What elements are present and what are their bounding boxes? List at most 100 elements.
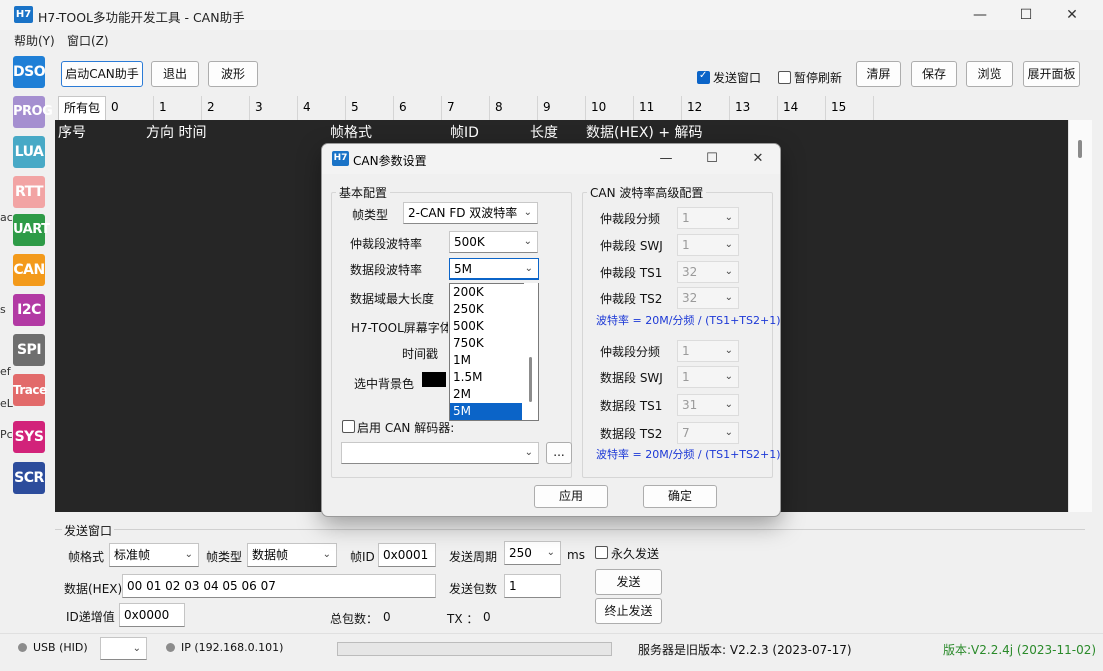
- sel-bg-color-swatch[interactable]: [422, 372, 446, 387]
- close-window-button[interactable]: ✕: [1049, 0, 1095, 30]
- tab-channel-7[interactable]: 7: [442, 96, 490, 120]
- module-spi-button[interactable]: SPI: [13, 334, 45, 366]
- save-button[interactable]: 保存: [911, 61, 957, 87]
- send-window-label: 发送窗口: [713, 71, 762, 85]
- adv-param-select[interactable]: 32 ⌄: [677, 287, 739, 309]
- adv-param-select[interactable]: 31 ⌄: [677, 394, 739, 416]
- dialog-maximize-button[interactable]: ☐: [689, 144, 735, 174]
- tab-channel-1[interactable]: 1: [154, 96, 202, 120]
- pause-refresh-checkbox[interactable]: [778, 71, 791, 84]
- module-sys-button[interactable]: SYS: [13, 421, 45, 453]
- stop-send-button[interactable]: 终止发送: [595, 598, 662, 624]
- chevron-down-icon: ⌄: [546, 547, 555, 558]
- chevron-down-icon: ⌄: [523, 236, 532, 247]
- baud-formula-note: 波特率 = 20M/分频 / (TS1+TS2+1): [596, 314, 781, 327]
- tab-channel-12[interactable]: 12: [682, 96, 730, 120]
- chevron-down-icon: ⌄: [322, 549, 331, 560]
- tab-channel-10[interactable]: 10: [586, 96, 634, 120]
- send-button[interactable]: 发送: [595, 569, 662, 595]
- module-uart-button[interactable]: UART: [13, 214, 50, 246]
- apply-button[interactable]: 应用: [534, 485, 608, 508]
- cut-text: Pc: [0, 428, 13, 441]
- dropdown-option[interactable]: 1M: [450, 352, 522, 369]
- browse-button[interactable]: 浏览: [966, 61, 1013, 87]
- frame-id-input[interactable]: 0x0001: [378, 543, 436, 567]
- ok-button[interactable]: 确定: [643, 485, 717, 508]
- chevron-down-icon: ⌄: [724, 371, 733, 382]
- chevron-down-icon: ⌄: [724, 345, 733, 356]
- adv-param-value: 1: [682, 238, 690, 252]
- ip-status-led: [166, 643, 175, 652]
- tab-channel-0[interactable]: 0: [106, 96, 154, 120]
- dropdown-option[interactable]: 200K: [450, 284, 522, 301]
- log-scrollbar[interactable]: [1068, 120, 1092, 512]
- dropdown-scroll-thumb[interactable]: [529, 357, 532, 402]
- adv-param-select[interactable]: 1 ⌄: [677, 207, 739, 229]
- frame-type-select[interactable]: 数据帧 ⌄: [247, 543, 337, 567]
- module-scr-button[interactable]: SCR: [13, 462, 45, 494]
- expand-panel-button[interactable]: 展开面板: [1023, 61, 1080, 87]
- log-scroll-thumb[interactable]: [1078, 140, 1082, 158]
- tab-channel-14[interactable]: 14: [778, 96, 826, 120]
- tab-channel-6[interactable]: 6: [394, 96, 442, 120]
- clear-button[interactable]: 清屏: [856, 61, 901, 87]
- id-inc-input[interactable]: 0x0000: [119, 603, 185, 627]
- tab-channel-8[interactable]: 8: [490, 96, 538, 120]
- module-dso-button[interactable]: DSO: [13, 56, 46, 88]
- tab-channel-15[interactable]: 15: [826, 96, 874, 120]
- minimize-window-button[interactable]: —: [957, 0, 1003, 30]
- dropdown-option[interactable]: 750K: [450, 335, 522, 352]
- tab-channel-11[interactable]: 11: [634, 96, 682, 120]
- exit-button[interactable]: 退出: [151, 61, 199, 87]
- module-lua-button[interactable]: LUA: [13, 136, 45, 168]
- dropdown-option[interactable]: 1.5M: [450, 369, 522, 386]
- forever-send-checkbox[interactable]: [595, 546, 608, 559]
- arb-baud-label: 仲裁段波特率: [350, 237, 423, 251]
- tab-channel-4[interactable]: 4: [298, 96, 346, 120]
- tab-channel-5[interactable]: 5: [346, 96, 394, 120]
- decoder-select[interactable]: ⌄: [341, 442, 539, 464]
- dropdown-option[interactable]: 250K: [450, 301, 522, 318]
- module-rtt-button[interactable]: RTT: [13, 176, 45, 208]
- dropdown-option[interactable]: 2M: [450, 386, 522, 403]
- arb-baud-select[interactable]: 500K ⌄: [449, 231, 538, 253]
- chevron-down-icon: ⌄: [523, 207, 532, 218]
- menu-help[interactable]: 帮助(Y): [14, 32, 55, 49]
- module-prog-button[interactable]: PROG: [13, 96, 53, 128]
- device-select[interactable]: ⌄: [100, 637, 147, 660]
- adv-param-select[interactable]: 1 ⌄: [677, 340, 739, 362]
- adv-param-select[interactable]: 32 ⌄: [677, 261, 739, 283]
- dropdown-option[interactable]: 500K: [450, 318, 522, 335]
- tab-channel-2[interactable]: 2: [202, 96, 250, 120]
- data-baud-select[interactable]: 5M ⌄: [449, 258, 539, 280]
- maximize-window-button[interactable]: ☐: [1003, 0, 1049, 30]
- module-trace-button[interactable]: Trace: [13, 374, 47, 406]
- menu-window[interactable]: 窗口(Z): [67, 32, 109, 49]
- module-i2c-button[interactable]: I2C: [13, 294, 45, 326]
- tab-channel-9[interactable]: 9: [538, 96, 586, 120]
- adv-param-value: 31: [682, 398, 698, 412]
- dialog-minimize-button[interactable]: —: [643, 144, 689, 174]
- tab-channel-13[interactable]: 13: [730, 96, 778, 120]
- dialog-close-button[interactable]: ✕: [735, 144, 780, 174]
- sel-bg-label: 选中背景色: [354, 377, 415, 391]
- data-hex-input[interactable]: 00 01 02 03 04 05 06 07: [122, 574, 436, 598]
- col-dir-time: 方向 时间: [146, 125, 207, 141]
- wave-button[interactable]: 波形: [208, 61, 258, 87]
- period-select[interactable]: 250 ⌄: [504, 541, 561, 565]
- start-can-button[interactable]: 启动CAN助手: [61, 61, 143, 87]
- adv-param-value: 7: [682, 426, 690, 440]
- tab-all-packets[interactable]: 所有包: [58, 96, 106, 120]
- frame-type-select[interactable]: 2-CAN FD 双波特率 ⌄: [403, 202, 538, 224]
- dropdown-option[interactable]: 5M: [450, 403, 522, 420]
- send-window-checkbox[interactable]: [697, 70, 710, 84]
- tab-channel-3[interactable]: 3: [250, 96, 298, 120]
- adv-param-select[interactable]: 7 ⌄: [677, 422, 739, 444]
- decoder-browse-button[interactable]: ...: [546, 442, 572, 464]
- send-count-input[interactable]: 1: [504, 574, 561, 598]
- module-can-button[interactable]: CAN: [13, 254, 45, 286]
- frame-format-select[interactable]: 标准帧 ⌄: [109, 543, 199, 567]
- decoder-checkbox[interactable]: [342, 420, 355, 433]
- adv-param-select[interactable]: 1 ⌄: [677, 234, 739, 256]
- adv-param-select[interactable]: 1 ⌄: [677, 366, 739, 388]
